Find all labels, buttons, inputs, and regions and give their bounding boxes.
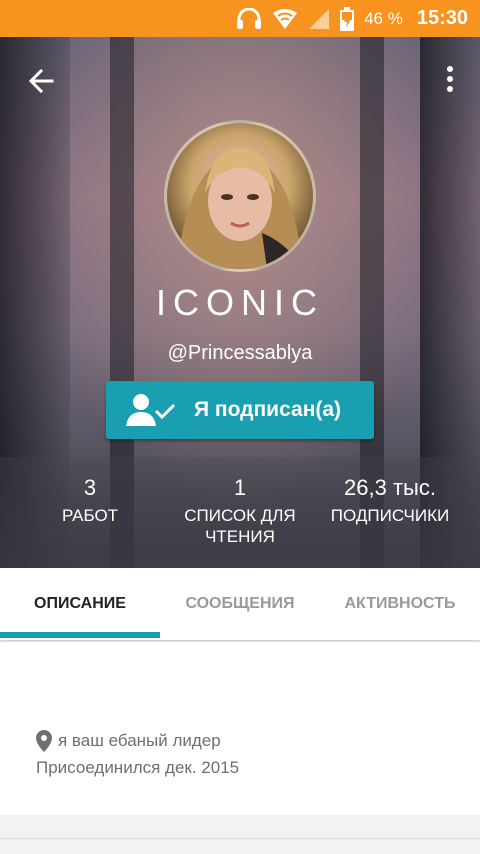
stat-works[interactable]: 3 РАБОТ	[10, 475, 170, 526]
location-row: я ваш ебаный лидер	[36, 730, 221, 752]
section-divider	[0, 838, 480, 839]
stat-works-label: РАБОТ	[61, 506, 119, 525]
status-bar: 46 % 15:30	[0, 0, 480, 37]
follow-button-label: Я подписан(а)	[194, 398, 342, 421]
person-check-icon	[126, 393, 176, 432]
headphones-icon	[236, 7, 262, 30]
joined-date: Присоединился дек. 2015	[36, 758, 240, 777]
battery-percent: 46 %	[364, 8, 403, 28]
profile-header: ICONIC @Princessablya Я подписан(а) 3 РА…	[0, 37, 480, 568]
wifi-icon	[272, 8, 298, 30]
battery-icon	[340, 6, 355, 31]
avatar-photo	[177, 147, 303, 269]
stat-followers-value: 26,3 тыс.	[344, 475, 436, 500]
tab-messages[interactable]: СООБЩЕНИЯ	[160, 568, 320, 640]
stat-reading-lists[interactable]: 1 СПИСОК ДЛЯ ЧТЕНИЯ	[160, 475, 320, 547]
stat-followers-label: ПОДПИСЧИКИ	[330, 506, 450, 525]
stat-label-line: СПИСОК ДЛЯ	[184, 506, 296, 525]
signal-icon	[308, 8, 330, 30]
stat-label-line: ЧТЕНИЯ	[205, 527, 275, 546]
active-tab-indicator	[0, 632, 160, 638]
follow-button[interactable]: Я подписан(а)	[106, 381, 374, 439]
avatar[interactable]	[164, 120, 316, 272]
profile-display-name: ICONIC	[156, 282, 324, 323]
profile-username: @Princessablya	[167, 342, 313, 364]
overflow-menu-button[interactable]	[442, 63, 458, 99]
status-icons: 46 % 15:30	[236, 0, 468, 37]
stat-reading-lists-label: СПИСОК ДЛЯ ЧТЕНИЯ	[160, 505, 320, 547]
clock: 15:30	[416, 7, 468, 29]
back-button[interactable]	[22, 61, 62, 101]
arrow-left-icon	[22, 68, 62, 105]
stat-followers[interactable]: 26,3 тыс. ПОДПИСЧИКИ	[310, 475, 470, 526]
location-pin-icon	[36, 730, 58, 752]
stat-works-value: 3	[83, 475, 97, 500]
more-vert-icon	[442, 66, 458, 103]
tab-activity[interactable]: АКТИВНОСТЬ	[320, 568, 480, 640]
stat-reading-lists-value: 1	[233, 475, 247, 500]
tab-about[interactable]: ОПИСАНИЕ	[0, 568, 160, 640]
profile-tabs: ОПИСАНИЕ СООБЩЕНИЯ АКТИВНОСТЬ	[0, 568, 480, 640]
location-text: я ваш ебаный лидер	[58, 731, 221, 750]
about-card: я ваш ебаный лидер Присоединился дек. 20…	[0, 642, 480, 815]
